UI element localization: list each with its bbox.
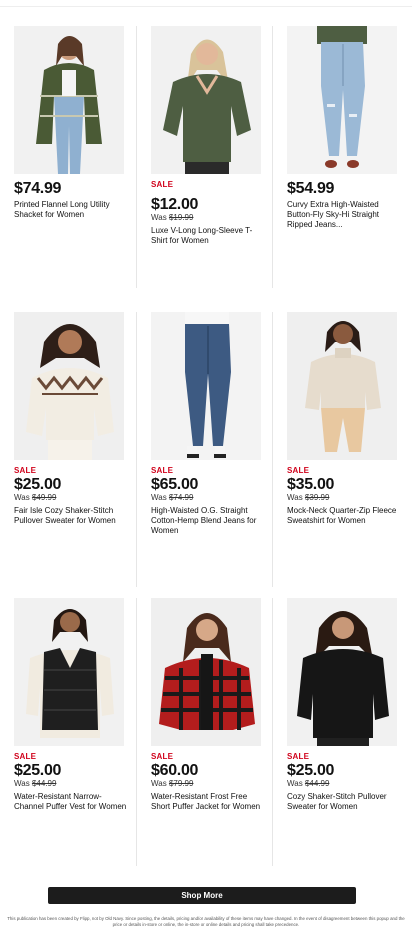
was-price: Was $39.99 xyxy=(287,493,330,502)
sale-badge: SALE xyxy=(287,466,310,475)
product-image[interactable] xyxy=(287,312,397,460)
product-card[interactable]: SALE $25.00 Was $44.99 Cozy Shaker-Stitc… xyxy=(272,598,408,866)
product-card[interactable]: SALE $25.00 Was $44.99 Water-Resistant N… xyxy=(0,598,136,866)
was-price: Was $44.99 xyxy=(287,779,330,788)
product-price: $65.00 xyxy=(151,476,199,493)
product-price: $35.00 xyxy=(287,476,335,493)
sale-badge: SALE xyxy=(151,466,174,475)
sale-badge: SALE xyxy=(151,180,174,189)
sale-badge: SALE xyxy=(287,752,310,761)
product-image[interactable] xyxy=(14,26,124,174)
product-row: SALE $25.00 Was $44.99 Water-Resistant N… xyxy=(0,598,412,866)
product-image[interactable] xyxy=(151,598,261,746)
product-title[interactable]: High-Waisted O.G. Straight Cotton-Hemp B… xyxy=(151,506,264,536)
product-image[interactable] xyxy=(287,598,397,746)
product-card[interactable]: SALE $25.00 Was $49.99 Fair Isle Cozy Sh… xyxy=(0,312,136,587)
was-price: Was $79.99 xyxy=(151,779,194,788)
was-price: Was $44.99 xyxy=(14,779,57,788)
product-price: $54.99 xyxy=(287,180,335,197)
product-price: $25.00 xyxy=(287,762,335,779)
product-card[interactable]: SALE $35.00 Was $39.99 Mock-Neck Quarter… xyxy=(272,312,408,587)
product-card[interactable]: SALE $65.00 Was $74.99 High-Waisted O.G.… xyxy=(136,312,272,587)
product-image[interactable] xyxy=(151,26,261,174)
product-title[interactable]: Water-Resistant Narrow-Channel Puffer Ve… xyxy=(14,792,128,812)
product-image[interactable] xyxy=(14,312,124,460)
product-title[interactable]: Fair Isle Cozy Shaker-Stitch Pullover Sw… xyxy=(14,506,128,526)
was-price: Was $19.99 xyxy=(151,213,194,222)
was-price: Was $74.99 xyxy=(151,493,194,502)
product-row: SALE $25.00 Was $49.99 Fair Isle Cozy Sh… xyxy=(0,312,412,587)
product-card[interactable]: SALE $12.00 Was $19.99 Luxe V-Long Long-… xyxy=(136,26,272,288)
product-price: $60.00 xyxy=(151,762,199,779)
product-price: $25.00 xyxy=(14,476,62,493)
sale-badge: SALE xyxy=(14,466,37,475)
product-image[interactable] xyxy=(287,26,397,174)
top-divider xyxy=(0,6,412,7)
product-title[interactable]: Mock-Neck Quarter-Zip Fleece Sweatshirt … xyxy=(287,506,400,526)
shop-more-button[interactable]: Shop More xyxy=(48,887,356,904)
product-card[interactable]: SALE $60.00 Was $79.99 Water-Resistant F… xyxy=(136,598,272,866)
disclaimer-text: This publication has been created by Fli… xyxy=(7,916,405,927)
product-card[interactable]: $74.99 Printed Flannel Long Utility Shac… xyxy=(0,26,136,288)
product-card[interactable]: $54.99 Curvy Extra High-Waisted Button-F… xyxy=(272,26,408,288)
was-price: Was $49.99 xyxy=(14,493,57,502)
product-image[interactable] xyxy=(151,312,261,460)
product-image[interactable] xyxy=(14,598,124,746)
product-price: $74.99 xyxy=(14,180,62,197)
product-title[interactable]: Cozy Shaker-Stitch Pullover Sweater for … xyxy=(287,792,400,812)
sale-badge: SALE xyxy=(151,752,174,761)
product-price: $25.00 xyxy=(14,762,62,779)
product-title[interactable]: Printed Flannel Long Utility Shacket for… xyxy=(14,200,128,220)
product-title[interactable]: Water-Resistant Frost Free Short Puffer … xyxy=(151,792,264,812)
product-title[interactable]: Luxe V-Long Long-Sleeve T-Shirt for Wome… xyxy=(151,226,264,246)
product-price: $12.00 xyxy=(151,196,199,213)
product-title[interactable]: Curvy Extra High-Waisted Button-Fly Sky-… xyxy=(287,200,400,230)
sale-badge: SALE xyxy=(14,752,37,761)
product-row: $74.99 Printed Flannel Long Utility Shac… xyxy=(0,26,412,288)
